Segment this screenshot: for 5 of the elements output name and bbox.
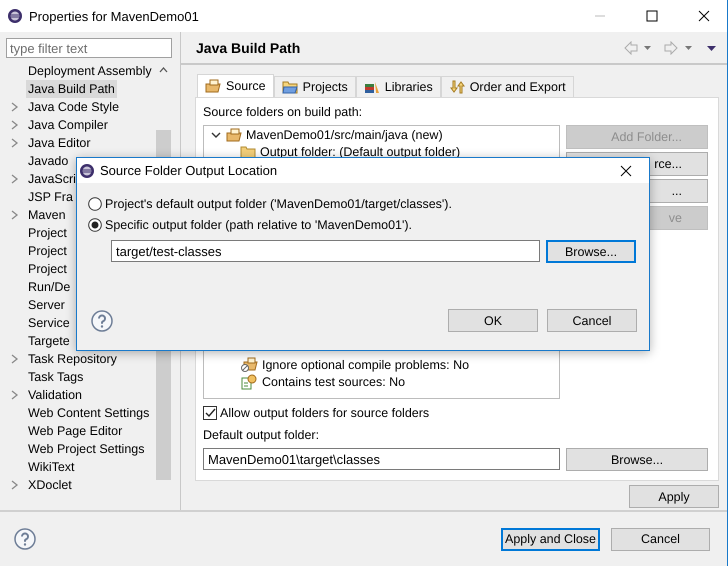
page-title: Java Build Path [196, 40, 302, 56]
field-label: Default output folder: [203, 427, 320, 443]
dialog-title: Source Folder Output Location [100, 163, 278, 178]
window-title: Properties for MavenDemo01 [29, 8, 200, 24]
section-label: Source folders on build path: [203, 104, 364, 120]
